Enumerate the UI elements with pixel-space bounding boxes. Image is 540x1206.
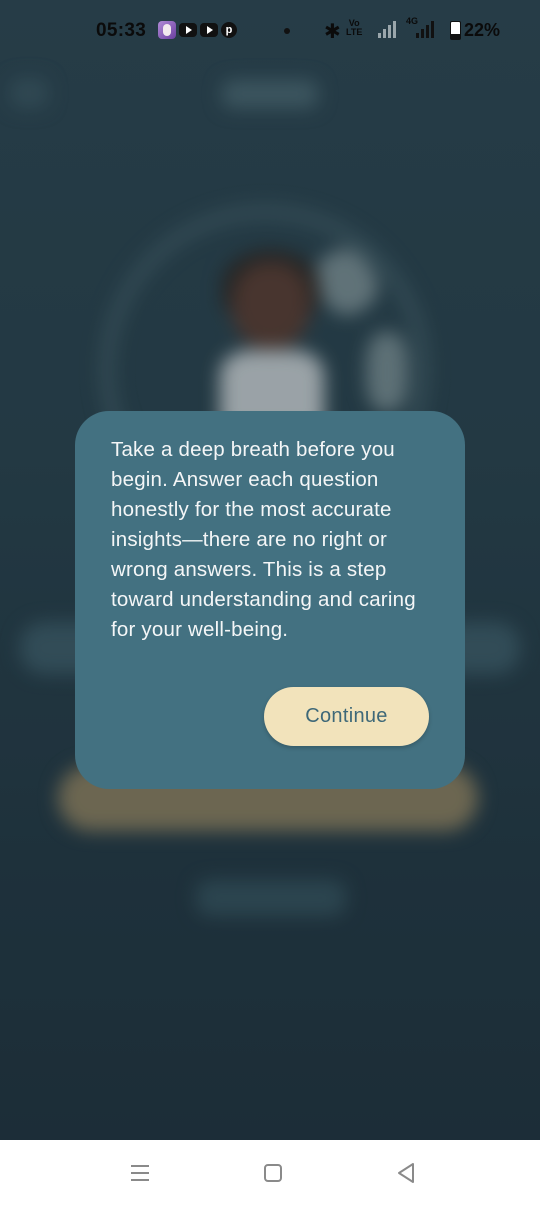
status-bar: 05:33 p ✱ Vo LTE 4G 22% [0,0,540,62]
menu-icon[interactable] [125,1158,155,1188]
battery-icon [450,21,461,40]
back-icon[interactable] [391,1158,421,1188]
dialog-message: Take a deep breath before you begin. Ans… [111,438,416,641]
battery-percentage: 22% [464,20,501,40]
more-notifications-dot-icon [284,28,290,34]
youtube-icon [200,23,218,37]
intro-dialog: Take a deep breath before you begin. Ans… [75,411,465,789]
signal-icon [378,20,396,38]
youtube-icon [179,23,197,37]
pinterest-icon: p [221,22,237,38]
avatar-notification-icon [158,21,176,39]
status-time: 05:33 [96,20,147,41]
continue-button[interactable]: Continue [264,687,429,746]
notification-icons: p [158,21,237,39]
bluetooth-icon: ✱ [324,21,341,43]
signal-icon [416,20,434,38]
navigation-bar [0,1140,540,1206]
home-icon[interactable] [258,1158,288,1188]
volte-label: Vo LTE [346,18,363,37]
